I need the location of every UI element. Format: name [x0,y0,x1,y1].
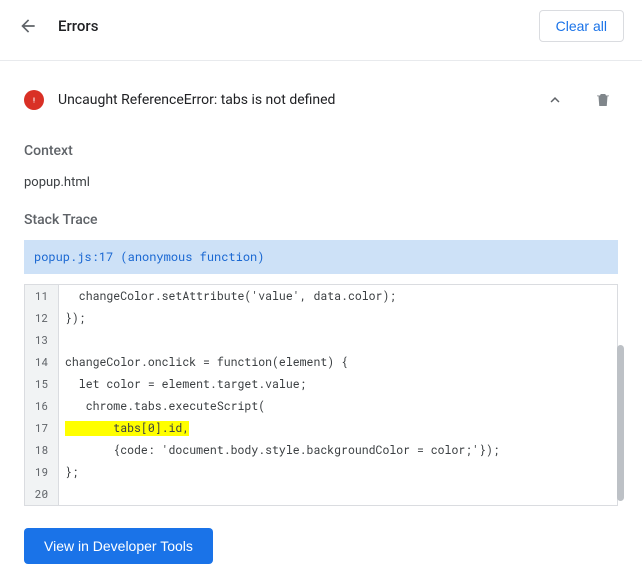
code-line: 12}); [25,307,617,329]
header-left: Errors [18,16,98,36]
code-line: 17 tabs[0].id, [25,417,617,439]
code-line: 19}; [25,461,617,483]
line-number: 15 [25,373,59,395]
line-code: {code: 'document.body.style.backgroundCo… [59,443,617,458]
error-icon [24,90,44,110]
error-detail-panel: Uncaught ReferenceError: tabs is not def… [0,61,642,588]
line-code: changeColor.onclick = function(element) … [59,355,617,370]
line-number: 14 [25,351,59,373]
error-summary-row: Uncaught ReferenceError: tabs is not def… [24,61,618,129]
back-arrow-icon[interactable] [18,16,38,36]
error-message: Uncaught ReferenceError: tabs is not def… [58,92,540,108]
code-line: 16 chrome.tabs.executeScript( [25,395,617,417]
trash-icon[interactable] [588,85,618,115]
line-number: 18 [25,439,59,461]
line-number: 20 [25,483,59,505]
scrollbar[interactable] [617,345,624,501]
context-label: Context [24,143,618,159]
context-value: popup.html [24,175,618,190]
code-line: 20 [25,483,617,505]
line-number: 12 [25,307,59,329]
code-line: 14changeColor.onclick = function(element… [25,351,617,373]
chevron-up-icon[interactable] [540,85,570,115]
clear-all-button[interactable]: Clear all [539,10,624,42]
page-title: Errors [58,17,98,35]
line-number: 16 [25,395,59,417]
line-code: let color = element.target.value; [59,377,617,392]
stack-trace-location[interactable]: popup.js:17 (anonymous function) [24,240,618,274]
line-number: 19 [25,461,59,483]
code-snippet: 11 changeColor.setAttribute('value', dat… [24,284,618,506]
code-line: 13 [25,329,617,351]
line-code: }); [59,311,617,326]
line-code: chrome.tabs.executeScript( [59,399,617,414]
page-header: Errors Clear all [0,0,642,61]
code-line: 15 let color = element.target.value; [25,373,617,395]
line-number: 13 [25,329,59,351]
code-line: 18 {code: 'document.body.style.backgroun… [25,439,617,461]
line-code: tabs[0].id, [59,421,617,436]
stack-trace-label: Stack Trace [24,212,618,228]
line-code: }; [59,465,617,480]
line-number: 17 [25,417,59,439]
line-number: 11 [25,285,59,307]
code-line: 11 changeColor.setAttribute('value', dat… [25,285,617,307]
line-code: changeColor.setAttribute('value', data.c… [59,289,617,304]
